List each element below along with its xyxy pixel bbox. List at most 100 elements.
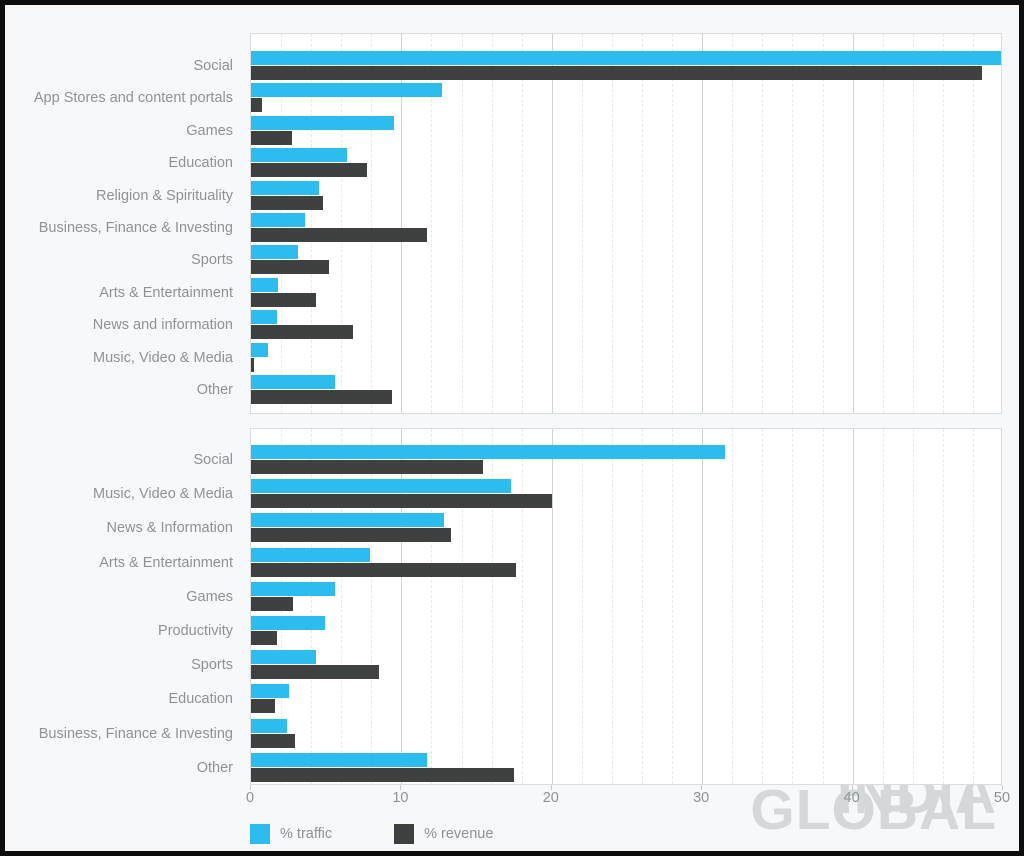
- category-label: Business, Finance & Investing: [38, 725, 233, 742]
- bar-traffic: [251, 650, 316, 665]
- category-labels-global: Social Music, Video & Media News & Informa…: [5, 428, 250, 785]
- bar-group: [251, 684, 1001, 714]
- category-label: Productivity: [158, 623, 233, 639]
- bar-group: [251, 375, 1001, 405]
- category-label: Social: [193, 452, 234, 468]
- bar-revenue: [251, 390, 393, 404]
- bar-traffic: [251, 375, 336, 389]
- category-label: Social: [193, 58, 234, 74]
- category-label: Music, Video & Media: [93, 486, 233, 503]
- bar-revenue: [251, 733, 295, 748]
- bar-revenue: [251, 631, 277, 645]
- bar-revenue: [251, 494, 552, 509]
- category-label: Sports: [191, 657, 233, 674]
- x-axis-tick-label: 20: [542, 790, 559, 806]
- bar-traffic: [251, 513, 444, 528]
- bar-revenue: [251, 130, 292, 145]
- category-label: Games: [186, 122, 233, 139]
- bar-traffic: [251, 148, 348, 163]
- bar-revenue: [251, 325, 354, 340]
- bar-group: [251, 547, 1001, 578]
- category-label: Arts & Entertainment: [99, 284, 233, 301]
- x-axis-tick-label: 50: [993, 790, 1011, 806]
- bar-traffic: [251, 115, 394, 130]
- bar-traffic: [251, 479, 512, 494]
- legend-label-traffic: % traffic: [280, 825, 333, 842]
- bar-group: [251, 277, 1001, 308]
- bar-group: [251, 310, 1001, 340]
- category-label: Games: [186, 588, 233, 605]
- bar-group: [251, 245, 1001, 275]
- bar-revenue: [251, 98, 262, 113]
- bar-group: [251, 342, 1001, 373]
- bar-revenue: [251, 228, 427, 242]
- bar-group: [251, 616, 1001, 646]
- category-label: Education: [168, 691, 234, 708]
- x-axis: 0 10 20 30 40 50: [246, 785, 1010, 815]
- bar-revenue: [251, 66, 982, 80]
- category-labels-india: Social App Stores and content portals Game…: [5, 33, 250, 414]
- category-label: Religion & Spirituality: [95, 187, 233, 204]
- category-label: News and information: [92, 317, 233, 334]
- bar-group: [251, 213, 1001, 243]
- revenue-swatch-icon: [394, 824, 415, 844]
- bar-traffic: [251, 616, 325, 630]
- category-label: Business, Finance & Investing: [38, 220, 233, 236]
- bar-group: [251, 148, 1001, 178]
- bar-traffic: [251, 51, 1001, 65]
- legend-item-traffic: % traffic: [250, 824, 332, 844]
- bar-group: [251, 650, 1001, 680]
- bar-group: [251, 479, 1001, 509]
- x-axis-tick-label: 0: [245, 790, 255, 806]
- bar-revenue: [251, 460, 483, 474]
- category-label: Education: [168, 155, 234, 172]
- category-label: Other: [196, 759, 233, 776]
- category-label: Other: [196, 382, 233, 398]
- bar-revenue: [251, 699, 276, 714]
- bar-traffic: [251, 277, 279, 292]
- bar-group: [251, 51, 1001, 81]
- category-label: App Stores and content portals: [33, 90, 233, 107]
- chart-figure: Social App Stores and content portals Game…: [0, 0, 1024, 856]
- bar-traffic: [251, 213, 306, 227]
- bar-revenue: [251, 528, 452, 543]
- bar-revenue: [251, 596, 294, 611]
- bar-group: [251, 180, 1001, 211]
- bar-revenue: [251, 357, 254, 372]
- x-axis-tick-label: 30: [693, 790, 710, 806]
- bar-revenue: [251, 665, 379, 680]
- x-axis-tick-label: 10: [392, 790, 409, 806]
- bar-revenue: [251, 292, 316, 307]
- bar-traffic: [251, 581, 336, 596]
- bar-group: [251, 115, 1001, 146]
- bar-traffic: [251, 445, 725, 459]
- traffic-swatch-icon: [250, 824, 270, 844]
- bar-revenue: [251, 767, 515, 782]
- bar-traffic: [251, 547, 370, 562]
- bar-revenue: [251, 260, 330, 275]
- legend-label-revenue: % revenue: [424, 825, 494, 842]
- bar-traffic: [251, 180, 319, 195]
- plot-area-global: [250, 428, 1002, 785]
- bar-traffic: [251, 684, 289, 699]
- chart-legend: % traffic % revenue: [250, 820, 555, 848]
- plot-area-india: [250, 33, 1002, 414]
- bar-group: [251, 445, 1001, 475]
- legend-item-revenue: % revenue: [394, 824, 493, 844]
- bar-revenue: [251, 562, 516, 577]
- bar-group: [251, 83, 1001, 113]
- category-label: Music, Video & Media: [93, 349, 233, 366]
- bar-traffic: [251, 83, 442, 98]
- bar-traffic: [251, 245, 298, 260]
- bar-group: [251, 718, 1001, 749]
- bar-traffic: [251, 752, 427, 767]
- bar-group: [251, 581, 1001, 612]
- bar-revenue: [251, 163, 367, 178]
- bar-group: [251, 513, 1001, 543]
- bar-traffic: [251, 342, 268, 357]
- bar-traffic: [251, 718, 288, 733]
- category-label: Arts & Entertainment: [99, 554, 233, 571]
- bar-traffic: [251, 310, 277, 325]
- category-label: Sports: [191, 252, 233, 269]
- x-axis-tick-label: 40: [843, 790, 860, 806]
